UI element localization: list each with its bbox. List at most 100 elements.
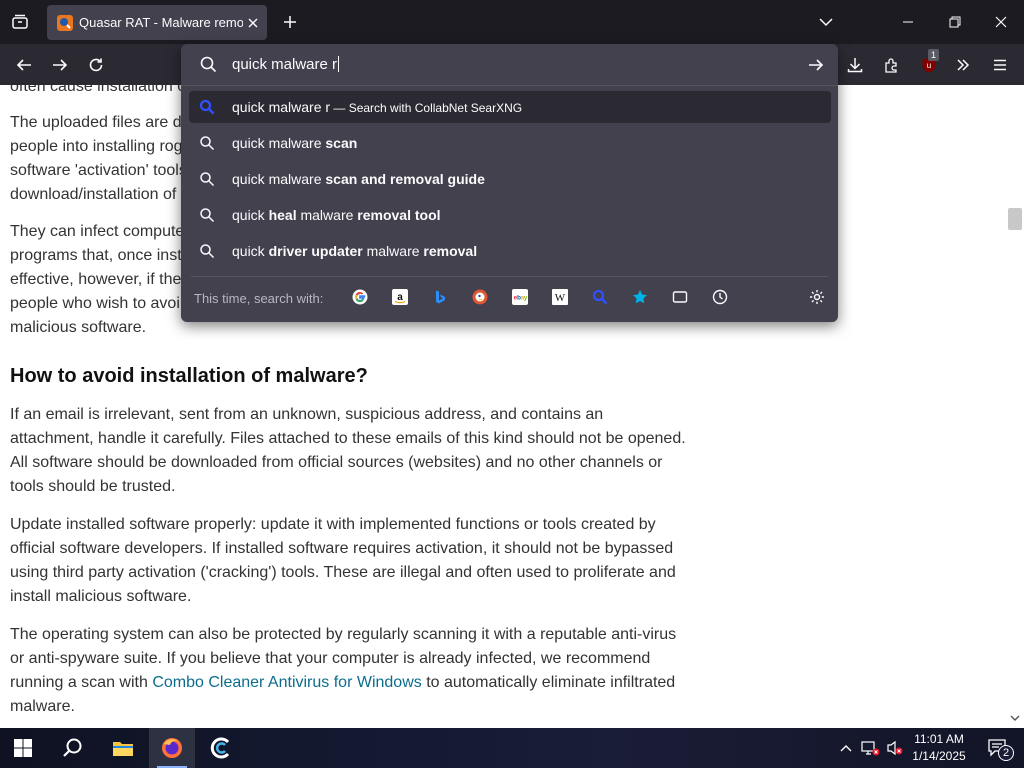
extensions-button[interactable] [877, 50, 907, 80]
firefox-taskbar-button[interactable] [149, 728, 195, 768]
search-suggestion[interactable]: quick malware scan [189, 127, 831, 159]
ublock-origin-button[interactable]: u 1 [914, 49, 944, 80]
show-hidden-icons-button[interactable] [836, 728, 856, 768]
searxng-icon [592, 289, 608, 305]
combo-cleaner-link[interactable]: Combo Cleaner Antivirus for Windows [152, 674, 421, 691]
close-icon [248, 18, 258, 27]
text-line: using third party activation ('cracking'… [10, 564, 676, 581]
scroll-down-arrow-icon[interactable] [1010, 714, 1020, 722]
bookmarks-search-button[interactable] [631, 288, 649, 306]
search-suggestion[interactable]: quick driver updater malware removal [189, 235, 831, 267]
plus-icon [284, 16, 296, 28]
double-chevron-right-icon [957, 59, 970, 71]
bing-icon [436, 290, 445, 304]
pcrisk-favicon-icon [57, 14, 73, 31]
volume-muted-icon [887, 740, 903, 756]
divider [191, 276, 828, 277]
search-icon [200, 244, 215, 259]
searxng-search-icon [199, 99, 215, 115]
search-suggestion[interactable]: quick malware r — Search with CollabNet … [189, 91, 831, 123]
suggestion-completion: removal tool [357, 207, 441, 223]
text-line: install malicious software. [10, 588, 192, 605]
more-tools-button[interactable] [948, 50, 978, 80]
text-line: Update installed software properly: upda… [10, 516, 656, 533]
text-line: The operating system can also be protect… [10, 626, 677, 643]
suggestion-text: malware [296, 207, 358, 223]
go-arrow-icon[interactable] [808, 57, 824, 73]
ublock-badge: 1 [928, 49, 940, 61]
app-menu-button[interactable] [985, 50, 1015, 80]
download-icon [847, 58, 863, 73]
clock-date: 1/14/2025 [912, 749, 966, 763]
folder-icon [113, 742, 133, 756]
ccleaner-taskbar-button[interactable] [198, 728, 244, 768]
back-button[interactable] [9, 50, 39, 80]
amazon-icon: a [392, 289, 408, 305]
text-line: The uploaded files are d [10, 114, 182, 131]
ccleaner-icon [210, 737, 230, 759]
close-window-button[interactable] [989, 10, 1013, 34]
notification-count-badge: 2 [998, 745, 1014, 761]
search-icon [200, 208, 215, 223]
system-clock[interactable]: 11:01 AM 1/14/2025 [906, 731, 972, 765]
search-settings-button[interactable] [808, 288, 826, 306]
list-all-tabs-button[interactable] [814, 10, 838, 34]
text-line: people who wish to avoi [10, 295, 180, 312]
restore-button[interactable] [943, 10, 967, 34]
taskbar-search-button[interactable] [50, 728, 96, 768]
searxng-engine-button[interactable] [591, 288, 609, 306]
google-engine-button[interactable] [351, 288, 369, 306]
text-line: running a scan with [10, 674, 153, 691]
google-icon [352, 289, 368, 305]
history-search-button[interactable] [711, 288, 729, 306]
new-tab-button[interactable] [278, 10, 302, 34]
search-suggestion[interactable]: quick heal malware removal tool [189, 199, 831, 231]
tab-active[interactable]: Quasar RAT - Malware removal [47, 5, 267, 40]
suggestion-text: quick [232, 207, 269, 223]
amazon-engine-button[interactable]: a [391, 288, 409, 306]
address-input[interactable]: quick malware r [181, 44, 838, 86]
one-off-label: This time, search with: [194, 291, 324, 306]
text-line: people into installing rog [10, 138, 183, 155]
scrollbar-thumb[interactable] [1008, 208, 1022, 230]
network-disconnected-icon [861, 741, 880, 756]
wikipedia-icon: W [552, 289, 568, 305]
ebay-icon: ebay [512, 289, 528, 305]
file-explorer-taskbar-button[interactable] [100, 728, 146, 768]
text-line: If an email is irrelevant, sent from an … [10, 406, 604, 423]
svg-text:a: a [397, 292, 403, 303]
text-line: official software developers. If install… [10, 540, 674, 557]
text-line: malware. [10, 698, 75, 715]
svg-text:u: u [927, 61, 931, 70]
duckduckgo-engine-button[interactable] [471, 288, 489, 306]
suggestion-text: quick malware [232, 135, 326, 151]
start-button[interactable] [0, 728, 46, 768]
search-suggestion[interactable]: quick malware scan and removal guide [189, 163, 831, 195]
reload-button[interactable] [81, 50, 111, 80]
tab-overview-button[interactable] [8, 10, 32, 34]
network-status-button[interactable] [858, 728, 882, 768]
tab-close-button[interactable] [243, 13, 263, 33]
windows-taskbar: 11:01 AM 1/14/2025 2 [0, 728, 1024, 768]
bing-engine-button[interactable] [431, 288, 449, 306]
bookmarks-icon [633, 290, 647, 304]
minimize-icon [903, 21, 913, 23]
volume-button[interactable] [884, 728, 906, 768]
ebay-engine-button[interactable]: ebay [511, 288, 529, 306]
reload-icon [89, 58, 103, 72]
close-icon [995, 16, 1007, 28]
action-center-button[interactable]: 2 [978, 728, 1018, 768]
search-icon [200, 172, 215, 187]
page-scrollbar[interactable] [1006, 85, 1024, 728]
suggestion-completion: scan [325, 135, 358, 151]
chevron-down-icon [819, 18, 833, 27]
forward-button[interactable] [45, 50, 75, 80]
search-engine-note: — Search with CollabNet SearXNG [330, 101, 523, 115]
minimize-button[interactable] [896, 10, 920, 34]
tabs-search-button[interactable] [671, 288, 689, 306]
text-line: or anti-spyware suite. If you believe th… [10, 650, 651, 667]
downloads-button[interactable] [840, 50, 870, 80]
wikipedia-engine-button[interactable]: W [551, 288, 569, 306]
text-line: tools should be trusted. [10, 478, 176, 495]
text-line: They can infect compute [10, 223, 185, 240]
